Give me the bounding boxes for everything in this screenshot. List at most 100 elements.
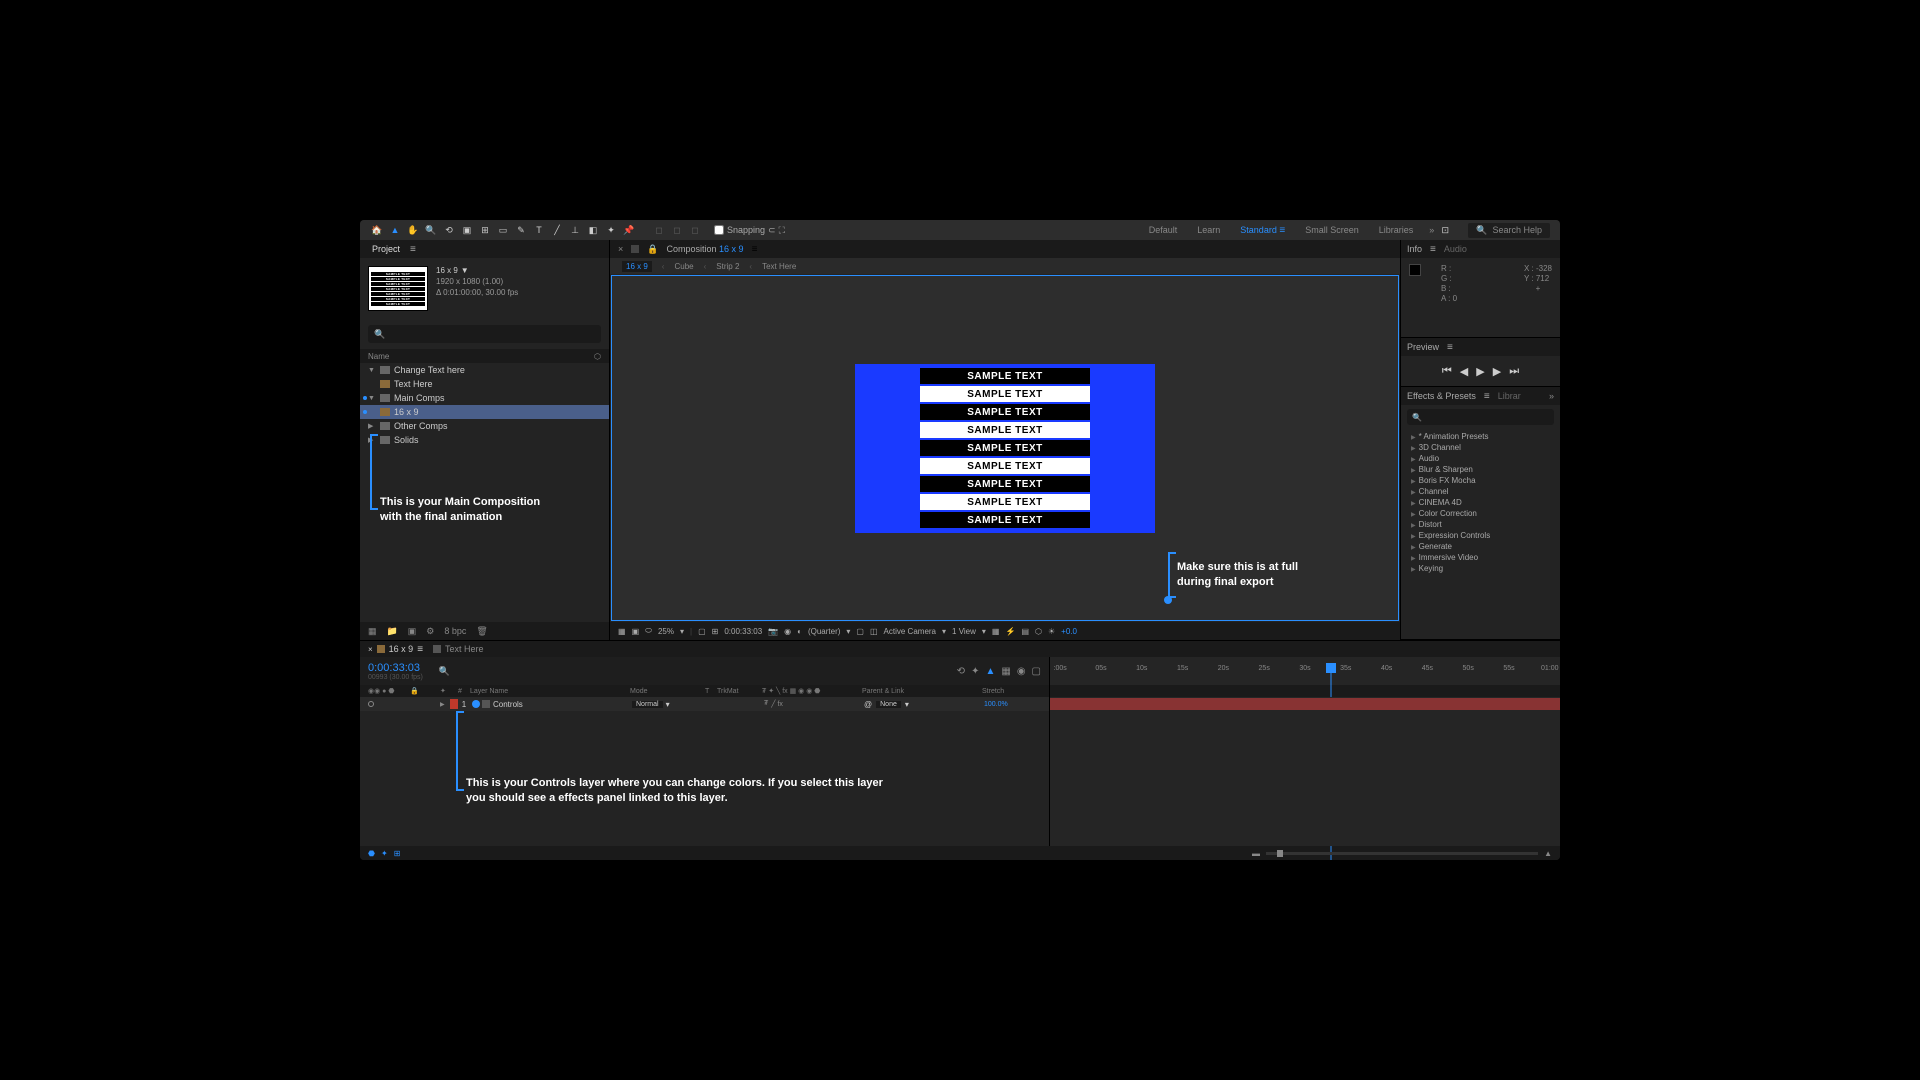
folder-main-comps[interactable]: ▼Main Comps	[360, 391, 609, 405]
playhead[interactable]	[1326, 663, 1336, 673]
pan-behind-tool-icon[interactable]: ⊞	[478, 223, 492, 237]
fx-category[interactable]: ▶Generate	[1401, 541, 1560, 552]
info-tab[interactable]: Info	[1407, 244, 1422, 254]
zoom-tool-icon[interactable]: 🔍	[424, 223, 438, 237]
clone-tool-icon[interactable]: ⊥	[568, 223, 582, 237]
timeline-search[interactable]: 🔍	[439, 666, 949, 677]
preview-menu-icon[interactable]: ≡	[1447, 342, 1453, 353]
timeline-icon[interactable]: ▤	[1021, 627, 1029, 636]
type-tool-icon[interactable]: T	[532, 223, 546, 237]
timeline-tab-text-here[interactable]: Text Here	[433, 644, 484, 654]
home-icon[interactable]: 🏠	[370, 223, 384, 237]
fx-category[interactable]: ▶* Animation Presets	[1401, 431, 1560, 442]
snapping-expand-icon[interactable]: ⛶	[779, 225, 785, 236]
toggle-modes-icon[interactable]: ✦	[381, 849, 388, 858]
snapping-checkbox[interactable]	[714, 225, 724, 235]
fx-category[interactable]: ▶Immersive Video	[1401, 552, 1560, 563]
new-comp-icon[interactable]: ▣	[408, 626, 417, 637]
transparency-grid-icon[interactable]: ▣	[632, 627, 640, 636]
chevron-down-icon[interactable]: ▾	[982, 627, 986, 636]
orbit-tool-icon[interactable]: ⟲	[442, 223, 456, 237]
project-search-input[interactable]: 🔍	[368, 325, 601, 343]
exposure-value[interactable]: +0.0	[1061, 627, 1077, 636]
view-count[interactable]: 1 View	[952, 627, 976, 636]
blend-mode-dropdown[interactable]: Normal	[632, 701, 663, 708]
flowchart-icon[interactable]: ⬡	[1035, 627, 1042, 636]
fx-category[interactable]: ▶Audio	[1401, 453, 1560, 464]
header-name-col[interactable]: Name	[368, 352, 389, 361]
breadcrumb-16x9[interactable]: 16 x 9	[622, 261, 652, 272]
frame-blend-icon[interactable]: ▦	[1001, 666, 1010, 677]
eraser-tool-icon[interactable]: ◧	[586, 223, 600, 237]
fx-category[interactable]: ▶Boris FX Mocha	[1401, 475, 1560, 486]
roi-icon[interactable]: ▢	[856, 627, 864, 636]
project-settings-icon[interactable]: ⚙	[426, 626, 434, 637]
roto-tool-icon[interactable]: ✦	[604, 223, 618, 237]
new-folder-icon[interactable]: 📁	[387, 626, 398, 637]
fast-preview-icon[interactable]: ⚡	[1005, 627, 1015, 636]
preview-tab[interactable]: Preview	[1407, 342, 1439, 352]
hand-tool-icon[interactable]: ✋	[406, 223, 420, 237]
workspace-standard[interactable]: Standard ≡	[1240, 225, 1285, 236]
project-tab[interactable]: Project	[368, 242, 404, 256]
fx-category[interactable]: ▶Expression Controls	[1401, 530, 1560, 541]
sync-settings-icon[interactable]: ⊡	[1438, 223, 1452, 237]
motion-blur-icon[interactable]: ◉	[1017, 666, 1026, 677]
effects-presets-tab[interactable]: Effects & Presets	[1407, 391, 1476, 401]
fx-category[interactable]: ▶Distort	[1401, 519, 1560, 530]
pen-tool-icon[interactable]: ✎	[514, 223, 528, 237]
interpret-footage-icon[interactable]: ▦	[368, 626, 377, 637]
channel-icon[interactable]: ◉	[784, 627, 791, 636]
stretch-value[interactable]: 100.0%	[984, 701, 1044, 708]
current-timecode[interactable]: 0:00:33:03	[368, 662, 423, 674]
search-help-field[interactable]: 🔍 Search Help	[1468, 223, 1550, 238]
video-toggle-icon[interactable]	[368, 701, 374, 707]
grid-icon[interactable]: ⊞	[712, 627, 719, 636]
camera-tool-icon[interactable]: ▣	[460, 223, 474, 237]
comp-16x9[interactable]: 16 x 9	[360, 405, 609, 419]
workspace-learn[interactable]: Learn	[1197, 225, 1220, 236]
breadcrumb-cube[interactable]: Cube	[674, 262, 693, 271]
folder-solids[interactable]: ▶Solids	[360, 433, 609, 447]
next-frame-icon[interactable]: ▶	[1493, 365, 1501, 378]
comp-panel-menu-icon[interactable]: ≡	[752, 244, 758, 255]
chevron-down-icon[interactable]: ▾	[905, 700, 909, 709]
tl-icon-1[interactable]: ⟲	[957, 666, 965, 677]
chevron-down-icon[interactable]: ▾	[846, 627, 850, 636]
last-frame-icon[interactable]: ⏭	[1509, 365, 1519, 378]
snapshot-icon[interactable]: 📷	[768, 627, 778, 636]
fx-menu-icon[interactable]: ≡	[1484, 391, 1490, 402]
workspace-default[interactable]: Default	[1149, 225, 1178, 236]
fx-category[interactable]: ▶CINEMA 4D	[1401, 497, 1560, 508]
switch-collapse-icon[interactable]: ₮	[764, 700, 768, 708]
always-preview-icon[interactable]: ▦	[618, 627, 626, 636]
graph-editor-icon[interactable]: ▢	[1032, 666, 1041, 677]
draft3d-icon[interactable]: ▲	[985, 666, 995, 677]
zoom-handle[interactable]	[1277, 850, 1283, 857]
mask-icon[interactable]: ⬭	[645, 626, 652, 636]
zoom-in-icon[interactable]: ▲	[1544, 849, 1552, 858]
chevron-down-icon[interactable]: ▾	[680, 627, 684, 636]
effects-search-input[interactable]: 🔍	[1407, 409, 1554, 425]
comp-close-icon[interactable]: ×	[618, 244, 623, 254]
shape-tool-icon[interactable]: ▭	[496, 223, 510, 237]
trash-icon[interactable]: 🗑	[476, 626, 487, 637]
brush-tool-icon[interactable]: ╱	[550, 223, 564, 237]
parent-dropdown[interactable]: None	[876, 701, 901, 708]
fx-category[interactable]: ▶Blur & Sharpen	[1401, 464, 1560, 475]
pickwhip-icon[interactable]: @	[864, 700, 872, 709]
selection-tool-icon[interactable]: ▲	[388, 223, 402, 237]
zoom-out-icon[interactable]: ▬	[1252, 849, 1260, 858]
camera-dropdown[interactable]: Active Camera	[884, 627, 936, 636]
switch-fx-icon[interactable]: ╱ fx	[771, 700, 783, 708]
bpc-label[interactable]: 8 bpc	[444, 626, 466, 636]
toggle-switches-icon[interactable]: ⬣	[368, 849, 375, 858]
fx-category[interactable]: ▶Keying	[1401, 563, 1560, 574]
resolution-dropdown[interactable]: (Quarter)	[808, 627, 840, 636]
workspace-small-screen[interactable]: Small Screen	[1305, 225, 1359, 236]
project-panel-menu-icon[interactable]: ≡	[410, 244, 416, 255]
color-mgmt-icon[interactable]: ◐	[797, 627, 802, 636]
workspace-overflow-icon[interactable]: »	[1429, 225, 1434, 235]
chevron-down-icon[interactable]: ▾	[666, 700, 670, 709]
lock-icon[interactable]: 🔒	[647, 244, 658, 255]
